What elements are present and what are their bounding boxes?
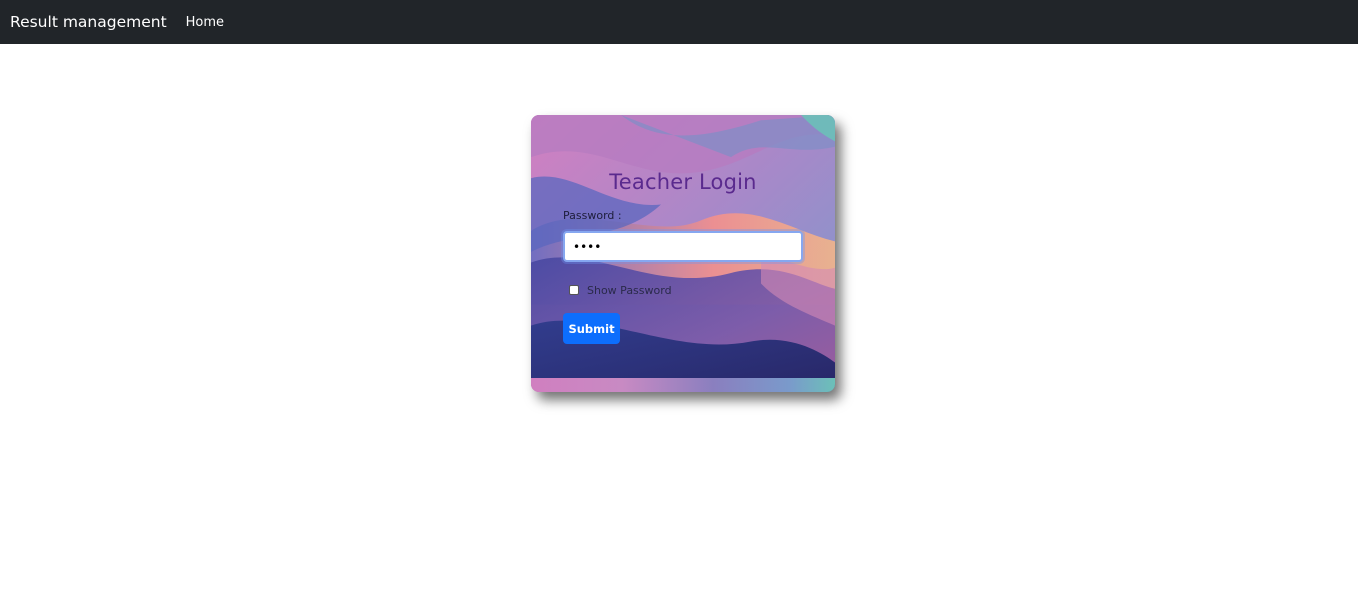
card-bottom-strip [531, 378, 835, 392]
show-password-checkbox[interactable] [569, 285, 579, 295]
card-background: Teacher Login Password : Show Password S… [531, 115, 835, 378]
top-navbar: Result management Home [0, 0, 1358, 44]
nav-link-home[interactable]: Home [186, 15, 224, 30]
brand-link[interactable]: Result management [10, 13, 167, 31]
login-title: Teacher Login [609, 170, 757, 194]
login-card: Teacher Login Password : Show Password S… [531, 115, 835, 392]
password-label: Password : [563, 209, 622, 222]
show-password-label: Show Password [587, 284, 672, 297]
password-input[interactable] [563, 231, 803, 262]
submit-button[interactable]: Submit [563, 313, 620, 344]
